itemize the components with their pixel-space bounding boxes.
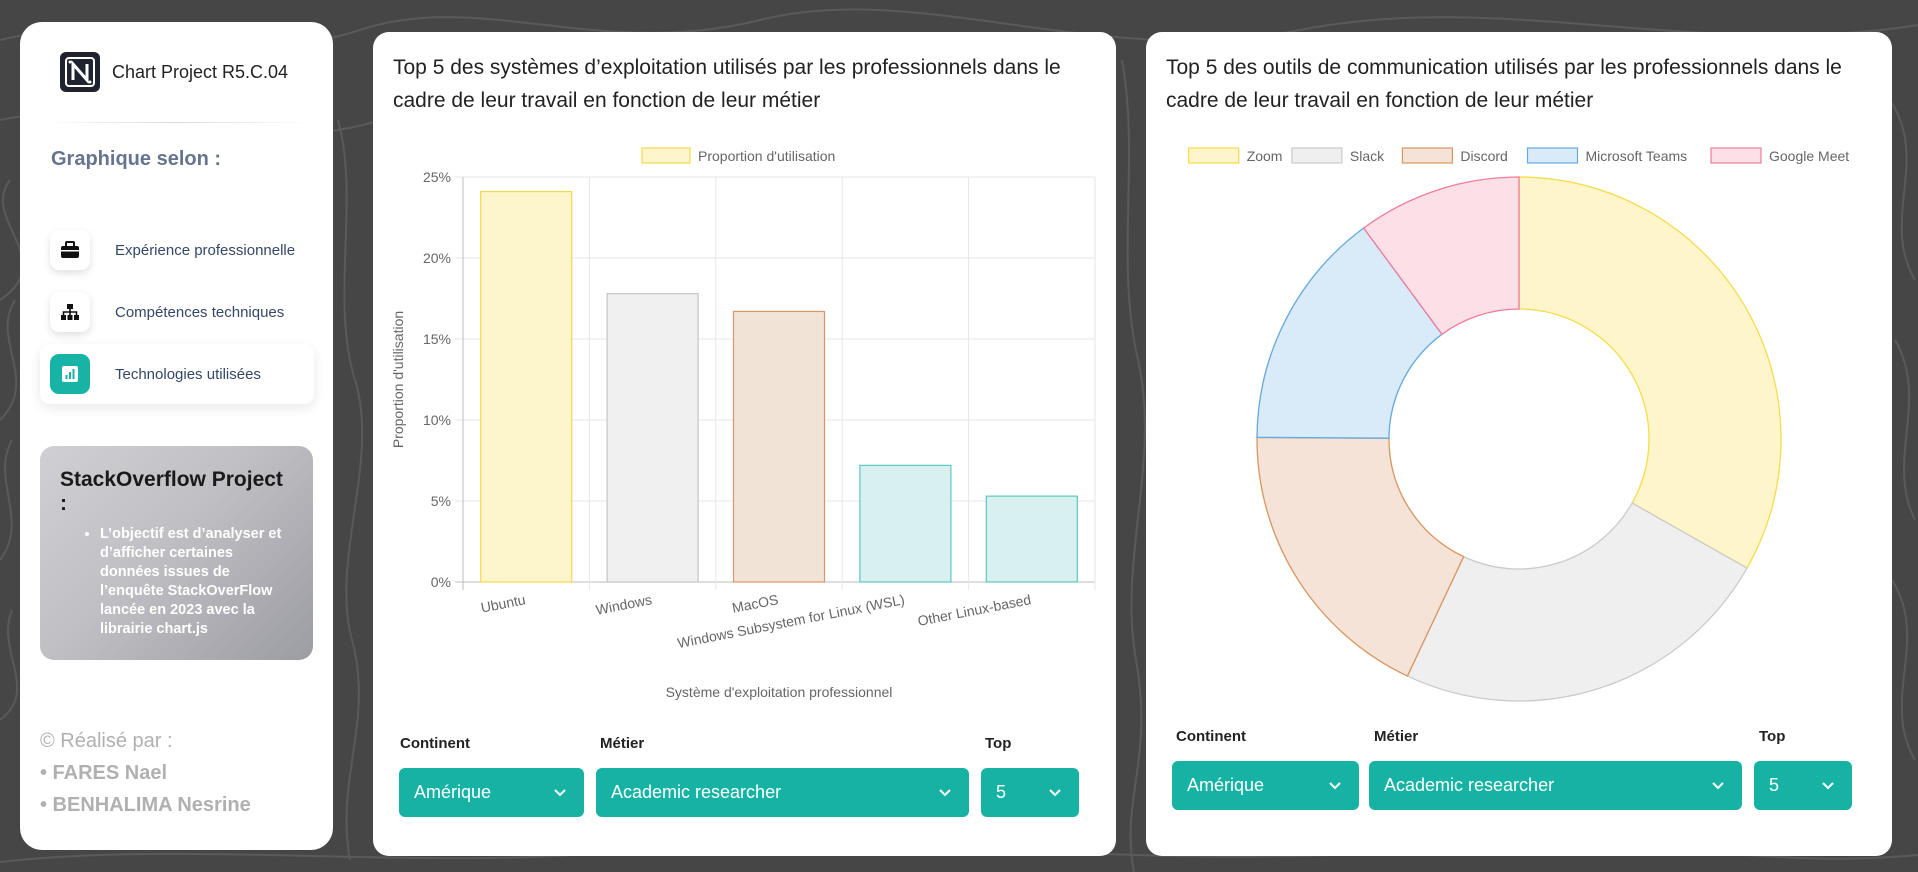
y-tick-label: 15% bbox=[423, 331, 451, 347]
continent-label: Continent bbox=[400, 735, 470, 752]
legend-label: Proportion d'utilisation bbox=[698, 148, 835, 164]
legend-swatch bbox=[641, 147, 691, 164]
bar-chart: 0% 5% 10% 15% 20% 25% Ubuntu Windows MacOSWindow… bbox=[390, 147, 1096, 700]
brand[interactable]: Chart Project R5.C.04 bbox=[60, 52, 288, 92]
continent-select-value: Amérique bbox=[1187, 775, 1265, 795]
chevron-down-icon bbox=[1329, 782, 1341, 790]
legend-swatch bbox=[1401, 147, 1453, 164]
y-tick-label: 25% bbox=[423, 169, 451, 185]
sidebar-item-label: Compétences techniques bbox=[115, 303, 285, 321]
sidebar-item-label: Expérience professionnelle bbox=[115, 241, 296, 259]
app-logo-icon bbox=[60, 52, 100, 92]
legend-swatch bbox=[1710, 147, 1762, 164]
metier-select-value: Academic researcher bbox=[1384, 775, 1555, 795]
chevron-down-icon bbox=[554, 789, 566, 797]
y-tick-label: 10% bbox=[423, 412, 451, 428]
info-text: L’objectif est d’analyser et d’afficher … bbox=[100, 525, 293, 639]
sidebar-item-experience[interactable]: Expérience professionnelle bbox=[40, 220, 314, 280]
sidebar-item-technologies[interactable]: Technologies utilisées bbox=[40, 344, 314, 404]
x-tick-label: MacOS bbox=[731, 591, 780, 616]
y-tick-label: 5% bbox=[431, 493, 451, 509]
sitemap-icon bbox=[50, 292, 90, 332]
metier-label: Métier bbox=[600, 735, 645, 752]
legend-swatch bbox=[1526, 147, 1579, 164]
continent-select[interactable]: Amérique bbox=[399, 768, 584, 817]
sidebar-item-label: Technologies utilisées bbox=[115, 365, 261, 383]
author-name: • BENHALIMA Nesrine bbox=[40, 794, 251, 816]
legend-label: Microsoft Teams bbox=[1586, 148, 1688, 164]
author-name: • FARES Nael bbox=[40, 762, 168, 784]
y-tick-label: 20% bbox=[423, 250, 451, 266]
bar bbox=[985, 495, 1078, 583]
os-chart-card: Top 5 des systèmes d’exploitation utilis… bbox=[373, 32, 1116, 856]
continent-label: Continent bbox=[1176, 728, 1246, 745]
x-tick-label: Ubuntu bbox=[479, 591, 526, 615]
x-tick-label: Windows bbox=[594, 591, 653, 618]
legend-label: Slack bbox=[1350, 148, 1385, 164]
chart-icon bbox=[50, 354, 90, 394]
doughnut-chart: Zoom Slack Discord Microsoft Teams Google Me… bbox=[1188, 147, 1849, 702]
legend-label: Discord bbox=[1460, 148, 1507, 164]
credits-heading: © Réalisé par : bbox=[40, 730, 173, 752]
top-label: Top bbox=[985, 735, 1012, 752]
info-box: StackOverflow Project : L’objectif est d… bbox=[40, 446, 313, 660]
top-select-value: 5 bbox=[996, 782, 1007, 802]
top-select[interactable]: 5 bbox=[1754, 761, 1852, 810]
sidebar-divider bbox=[44, 122, 310, 123]
briefcase-icon bbox=[50, 230, 90, 270]
sidebar-item-skills[interactable]: Compétences techniques bbox=[40, 282, 314, 342]
metier-select[interactable]: Academic researcher bbox=[596, 768, 969, 817]
chevron-down-icon bbox=[1712, 782, 1724, 790]
sidebar: Chart Project R5.C.04 Graphique selon : … bbox=[20, 22, 333, 850]
bar bbox=[606, 293, 699, 583]
legend-label: Google Meet bbox=[1769, 148, 1849, 164]
x-tick-label: Windows Subsystem for Linux (WSL) bbox=[676, 591, 906, 651]
x-axis-title: Système d'exploitation professionnel bbox=[666, 684, 893, 700]
bar bbox=[859, 464, 952, 583]
info-title: StackOverflow Project : bbox=[60, 468, 283, 515]
app-title: Chart Project R5.C.04 bbox=[112, 61, 289, 82]
doughnut-slice bbox=[1518, 176, 1782, 569]
chevron-down-icon bbox=[939, 789, 951, 797]
chevron-down-icon bbox=[1822, 782, 1834, 790]
y-tick-label: 0% bbox=[431, 574, 451, 590]
continent-select[interactable]: Amérique bbox=[1172, 761, 1359, 810]
chevron-down-icon bbox=[1049, 789, 1061, 797]
credits: © Réalisé par : • FARES Nael • BENHALIMA… bbox=[40, 725, 251, 821]
top-select[interactable]: 5 bbox=[981, 768, 1079, 817]
x-tick-label: Other Linux-based bbox=[916, 591, 1032, 629]
legend-label: Zoom bbox=[1247, 148, 1283, 164]
bar bbox=[732, 310, 826, 583]
legend-swatch bbox=[1291, 147, 1343, 164]
bar bbox=[480, 190, 573, 583]
top-label: Top bbox=[1759, 728, 1786, 745]
legend-swatch bbox=[1188, 147, 1240, 164]
continent-select-value: Amérique bbox=[414, 782, 492, 802]
metier-label: Métier bbox=[1374, 728, 1419, 745]
metier-select[interactable]: Academic researcher bbox=[1369, 761, 1742, 810]
y-axis-title: Proportion d'utilisation bbox=[390, 311, 406, 448]
sidebar-section-title: Graphique selon : bbox=[51, 148, 222, 170]
top-select-value: 5 bbox=[1769, 775, 1780, 795]
metier-select-value: Academic researcher bbox=[611, 782, 782, 802]
communication-chart-card: Top 5 des outils de communication utilis… bbox=[1146, 32, 1892, 856]
info-list: L’objectif est d’analyser et d’afficher … bbox=[60, 525, 293, 639]
